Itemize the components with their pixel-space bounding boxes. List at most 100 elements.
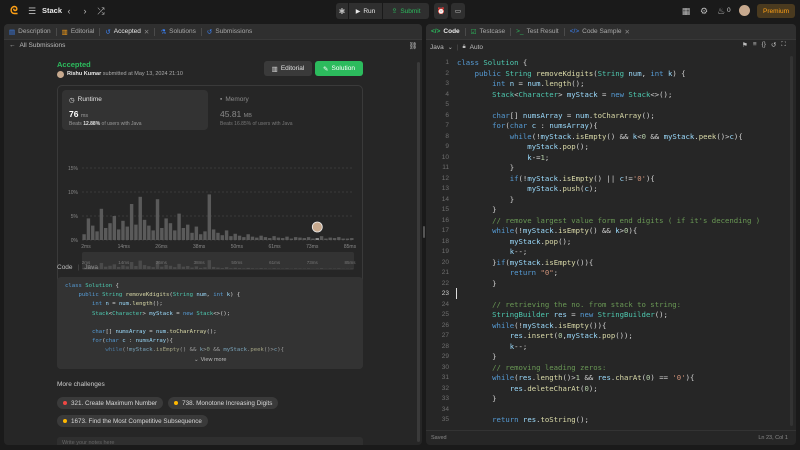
chart-bar[interactable]	[250, 236, 255, 240]
chart-bar[interactable]	[121, 220, 125, 240]
next-problem-icon[interactable]: ›	[80, 5, 90, 17]
streak-fire-icon[interactable]: ♨	[716, 5, 726, 17]
bookmark-icon[interactable]: ⚑	[742, 41, 748, 49]
chart-bar[interactable]	[138, 196, 142, 240]
format-icon[interactable]: ≡	[753, 41, 757, 49]
chart-bar[interactable]	[108, 223, 112, 240]
solution-button[interactable]: ✎ Solution	[315, 61, 363, 76]
language-select[interactable]: Java	[430, 44, 444, 51]
chart-bar[interactable]	[86, 218, 91, 240]
premium-button[interactable]: Premium	[757, 4, 795, 18]
reset-icon[interactable]: ↺	[771, 41, 776, 49]
view-more-button[interactable]: ⌄ View more	[194, 357, 227, 363]
chart-bar[interactable]	[177, 213, 181, 240]
chart-bar[interactable]	[328, 237, 332, 240]
avatar[interactable]	[739, 5, 750, 16]
editorial-button[interactable]: ▥ Editorial	[264, 61, 312, 76]
chart-bar[interactable]	[237, 235, 242, 240]
chart-bar[interactable]	[99, 208, 104, 240]
chart-bar[interactable]	[168, 223, 173, 240]
editor-scrollbar[interactable]	[790, 56, 793, 426]
chart-bar[interactable]	[229, 236, 233, 240]
chart-bar[interactable]	[306, 237, 311, 240]
tab-code[interactable]: </> Code	[426, 24, 465, 40]
tab-code-sample[interactable]: </> Code Sample ✕	[565, 24, 635, 40]
tab-accepted[interactable]: ↺ Accepted ✕	[100, 24, 154, 40]
chart-bar[interactable]	[216, 232, 220, 240]
chart-bar[interactable]	[324, 238, 328, 240]
chart-bar[interactable]	[203, 231, 207, 240]
tab-test-result[interactable]: >_ Test Result	[511, 24, 564, 40]
chart-bar[interactable]	[276, 237, 281, 240]
settings-icon[interactable]: ⚙	[698, 5, 710, 17]
chart-bar[interactable]	[194, 226, 199, 240]
chart-bar[interactable]	[125, 226, 129, 240]
submit-button[interactable]: ⇪ Submit	[383, 3, 429, 19]
chart-bar[interactable]	[129, 204, 134, 240]
run-button[interactable]: ▶ Run	[349, 3, 382, 19]
chart-bar[interactable]	[233, 233, 237, 240]
chart-bar[interactable]	[211, 229, 216, 240]
problem-list-icon[interactable]: ☰	[27, 6, 37, 16]
notes-input[interactable]: Write your notes here	[57, 437, 363, 445]
chart-bar[interactable]	[242, 237, 246, 240]
chart-bar[interactable]	[345, 238, 350, 240]
chart-bar[interactable]	[116, 229, 121, 240]
all-submissions-link[interactable]: ← All Submissions	[9, 42, 65, 49]
chart-bar[interactable]	[103, 228, 108, 240]
chart-bar[interactable]	[315, 238, 319, 240]
chart-bar[interactable]	[151, 230, 155, 240]
memory-box[interactable]: ▪ Memory 45.81 MB Beats 16.85% of users w…	[216, 90, 356, 130]
chart-bar[interactable]	[293, 237, 298, 240]
shuffle-icon[interactable]: ⤮	[96, 5, 106, 17]
chart-bar[interactable]	[341, 238, 345, 240]
chart-bar[interactable]	[311, 238, 315, 240]
code-editor[interactable]: class Solution { public String removeKdi…	[457, 58, 787, 430]
chart-bar[interactable]	[268, 238, 272, 240]
tab-testcase[interactable]: ☑ Testcase	[466, 24, 510, 40]
problem-list-label[interactable]: Stack	[42, 6, 62, 15]
leetcode-logo-icon[interactable]: ᘓ	[8, 5, 20, 17]
runtime-distribution-chart[interactable]: 15% 10% 5% 0%2ms 14ms 26ms 38ms 50ms 61ms 73ms 85m…	[58, 160, 364, 278]
challenge-chip[interactable]: 321. Create Maximum Number	[57, 397, 164, 409]
chart-bar[interactable]	[246, 234, 250, 240]
fullscreen-icon[interactable]: ⛶	[781, 41, 786, 49]
chart-bar[interactable]	[91, 225, 95, 240]
panel-resize-handle[interactable]	[423, 226, 425, 238]
chart-bar[interactable]	[95, 231, 99, 240]
chart-bar[interactable]	[298, 237, 302, 240]
chart-bar[interactable]	[147, 225, 151, 240]
scrollbar[interactable]	[417, 62, 420, 442]
chart-bar[interactable]	[285, 236, 289, 240]
chart-bar[interactable]	[259, 235, 263, 240]
chart-bar[interactable]	[332, 238, 337, 240]
runtime-box[interactable]: ◷ Runtime 76 ms Beats 12.88% of users wit…	[62, 90, 208, 130]
challenge-chip[interactable]: 738. Monotone Increasing Digits	[168, 397, 279, 409]
layout-icon[interactable]: ▦	[680, 5, 692, 17]
chart-bar[interactable]	[198, 234, 203, 240]
debug-button[interactable]: ✱	[336, 3, 348, 19]
close-tab-icon[interactable]: ✕	[625, 28, 630, 36]
chart-bar[interactable]	[142, 219, 147, 240]
my-submission-marker[interactable]	[311, 221, 323, 233]
auto-mode[interactable]: Auto	[470, 44, 483, 51]
chart-bar[interactable]	[337, 237, 341, 240]
chart-bar[interactable]	[272, 236, 276, 240]
tab-description[interactable]: ▤ Description	[4, 24, 56, 40]
chart-bar[interactable]	[181, 228, 186, 240]
chart-bar[interactable]	[350, 238, 354, 240]
chart-bar[interactable]	[220, 235, 224, 240]
braces-icon[interactable]: {}	[762, 41, 766, 49]
chart-bar[interactable]	[289, 238, 294, 240]
tab-submissions[interactable]: ↺ Submissions	[202, 24, 257, 40]
chart-bar[interactable]	[134, 224, 138, 240]
chart-bar[interactable]	[302, 238, 307, 240]
chart-bar[interactable]	[155, 199, 160, 240]
chart-bar[interactable]	[173, 230, 177, 240]
timer-button[interactable]: ⏰	[434, 3, 448, 19]
challenge-chip[interactable]: 1673. Find the Most Competitive Subseque…	[57, 415, 208, 427]
share-link-icon[interactable]: ⛓	[408, 41, 418, 51]
chart-bar[interactable]	[281, 238, 285, 240]
chart-bar[interactable]	[255, 237, 259, 240]
prev-problem-icon[interactable]: ‹	[64, 5, 74, 17]
